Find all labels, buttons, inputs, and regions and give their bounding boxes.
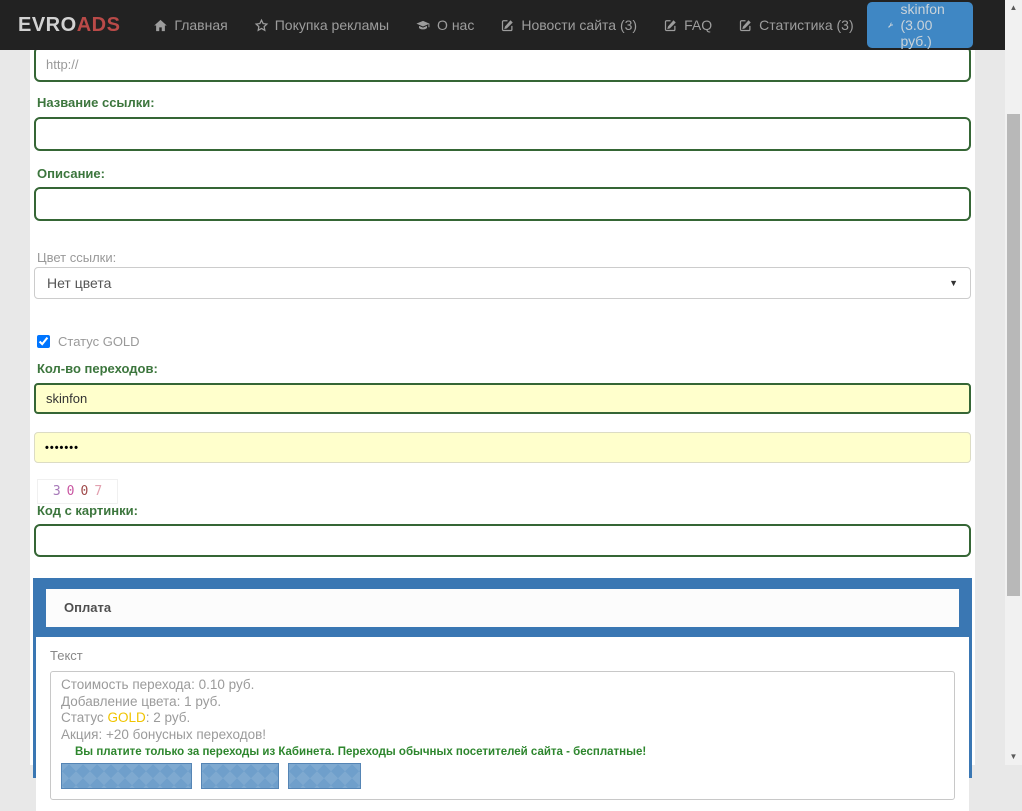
- scrollbar-thumb[interactable]: [1007, 114, 1020, 596]
- brand-part-ads: ADS: [76, 13, 121, 36]
- star-icon: [254, 18, 268, 31]
- gold-line-suffix: : 2 руб.: [145, 710, 191, 725]
- payment-panel-header: Оплата: [36, 578, 969, 637]
- payment-button[interactable]: [288, 763, 361, 789]
- wrench-icon: [887, 22, 893, 28]
- brand-logo[interactable]: EVROADS: [0, 14, 140, 37]
- user-account-button[interactable]: skinfon (3.00 руб.): [866, 1, 973, 49]
- captcha-image: 3 0 0 7: [37, 479, 118, 504]
- captcha-code-input[interactable]: [34, 524, 971, 557]
- nav-item-label: О нас: [437, 17, 475, 33]
- link-name-label: Название ссылки:: [37, 95, 155, 110]
- nav-item-label: Главная: [174, 17, 228, 33]
- nav-item-home[interactable]: Главная: [140, 0, 240, 50]
- description-input[interactable]: [34, 187, 971, 221]
- edit-icon: [502, 19, 514, 31]
- brand-part-evro: EVRO: [18, 13, 77, 36]
- payment-notice: Вы платите только за переходы из Кабинет…: [75, 746, 647, 758]
- password-input[interactable]: [34, 432, 971, 463]
- payment-panel-body: Текст Стоимость перехода: 0.10 руб. Доба…: [36, 637, 969, 811]
- gold-status-label[interactable]: Статус GOLD: [58, 334, 140, 349]
- link-color-selected-value: Нет цвета: [47, 275, 112, 291]
- vertical-scrollbar[interactable]: ▲ ▼: [1005, 0, 1022, 765]
- pricing-box: Стоимость перехода: 0.10 руб. Добавление…: [50, 671, 955, 800]
- payment-button[interactable]: [61, 763, 192, 789]
- graduation-cap-icon: [416, 20, 430, 29]
- price-line-promo: Акция: +20 бонусных переходов!: [61, 726, 267, 742]
- nav-item-statistics[interactable]: Статистика (3): [725, 0, 867, 50]
- nav-item-buy-ads[interactable]: Покупка рекламы: [241, 0, 402, 50]
- description-label: Описание:: [37, 166, 105, 181]
- nav-item-label: Статистика (3): [759, 17, 854, 33]
- transitions-label: Кол-во переходов:: [37, 361, 158, 376]
- captcha-digit: 7: [94, 484, 103, 499]
- user-account-label: skinfon (3.00 руб.): [900, 1, 945, 49]
- scroll-down-arrow-icon[interactable]: ▼: [1005, 749, 1022, 765]
- navbar: EVROADS Главная Покупка рекламы О нас Но…: [0, 0, 1005, 50]
- edit-icon: [739, 19, 751, 31]
- gold-line-prefix: Статус: [61, 710, 108, 725]
- home-icon: [154, 19, 168, 31]
- link-color-select[interactable]: Нет цвета ▼: [34, 267, 971, 299]
- transitions-input[interactable]: [34, 383, 971, 414]
- nav-item-about[interactable]: О нас: [402, 0, 487, 50]
- link-color-label: Цвет ссылки:: [37, 250, 117, 265]
- link-name-input[interactable]: [34, 117, 971, 151]
- payment-panel: Оплата Текст Стоимость перехода: 0.10 ру…: [33, 578, 972, 811]
- text-label: Текст: [50, 648, 83, 663]
- price-line-color: Добавление цвета: 1 руб.: [61, 693, 222, 709]
- main-content: Название ссылки: Описание: Цвет ссылки: …: [30, 0, 975, 811]
- edit-icon: [664, 19, 676, 31]
- nav-item-site-news[interactable]: Новости сайта (3): [487, 0, 650, 50]
- chevron-down-icon: ▼: [949, 278, 958, 288]
- scroll-up-arrow-icon[interactable]: ▲: [1005, 0, 1022, 16]
- nav-item-label: Покупка рекламы: [274, 17, 390, 33]
- price-line-gold: Статус GOLD: 2 руб.: [61, 710, 944, 727]
- payment-button[interactable]: [201, 763, 279, 789]
- gold-word: GOLD: [107, 710, 146, 725]
- nav-item-faq[interactable]: FAQ: [650, 0, 725, 50]
- captcha-digit: 0: [80, 484, 89, 499]
- url-input[interactable]: [34, 46, 971, 82]
- price-line-transition: Стоимость перехода: 0.10 руб.: [61, 677, 255, 692]
- captcha-digit: 3: [52, 484, 61, 499]
- nav-item-label: Новости сайта (3): [521, 17, 638, 33]
- nav-item-label: FAQ: [684, 17, 713, 33]
- captcha-code-label: Код с картинки:: [37, 503, 138, 518]
- payment-panel-title: Оплата: [46, 589, 959, 627]
- captcha-digit: 0: [66, 484, 75, 499]
- gold-status-checkbox[interactable]: [37, 335, 50, 348]
